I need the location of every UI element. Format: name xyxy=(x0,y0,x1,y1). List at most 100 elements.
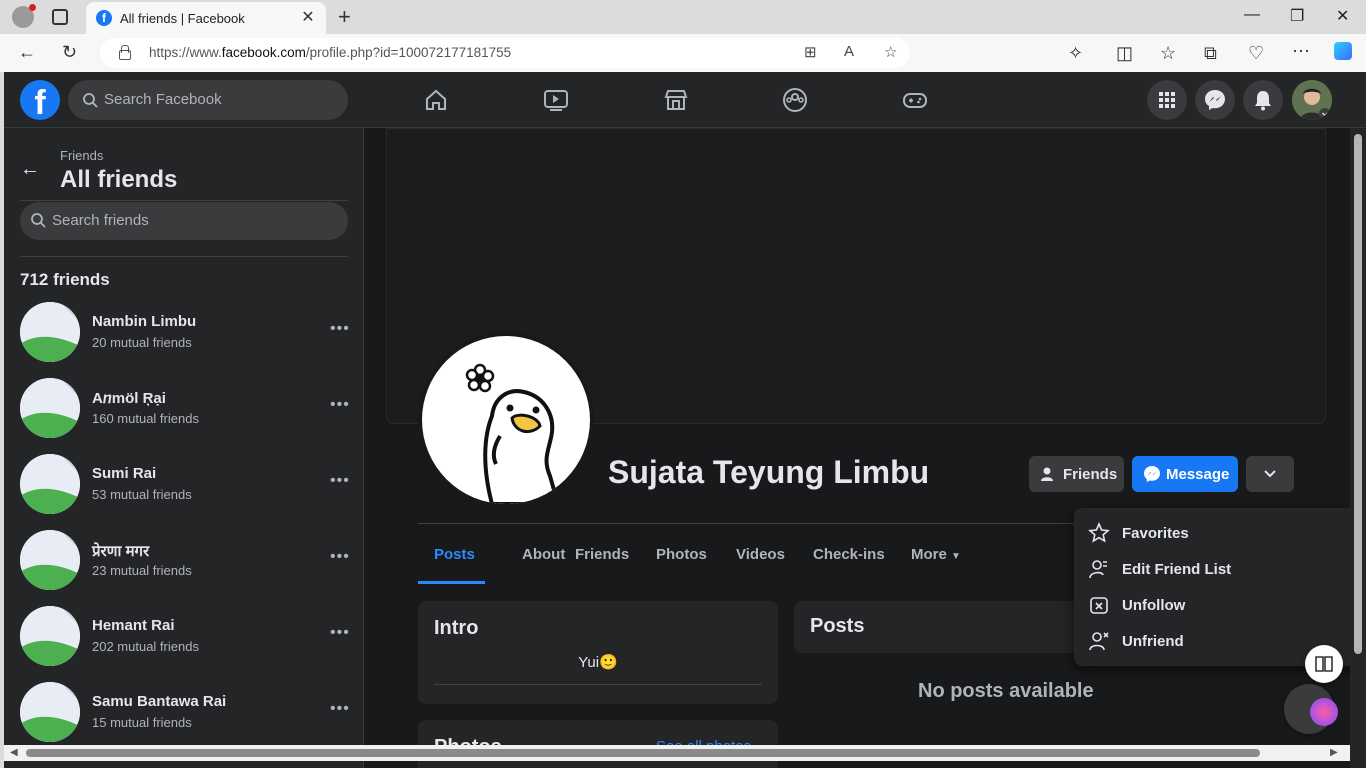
more-options-icon[interactable]: ••• xyxy=(330,472,350,490)
friend-name[interactable]: Aⴖmöl Ŗại xyxy=(92,389,166,407)
performance-icon[interactable]: ♡ xyxy=(1248,43,1264,64)
extensions-icon[interactable]: ✧ xyxy=(1068,43,1083,64)
mutual-friends: 23 mutual friends xyxy=(92,563,192,578)
friend-list-item[interactable]: Sumi Rai 53 mutual friends ••• xyxy=(20,454,350,516)
bio-text: Yui🙂 xyxy=(578,654,618,671)
browser-tab[interactable]: f All friends | Facebook ✕ xyxy=(86,2,326,34)
scroll-right-icon[interactable]: ▶ xyxy=(1330,747,1338,758)
friend-options-menu: Favorites Edit Friend List Unfollow Unfr… xyxy=(1074,508,1366,666)
window-close-icon[interactable]: ✕ xyxy=(1336,6,1349,26)
vertical-scrollbar[interactable] xyxy=(1350,128,1366,768)
tab-posts[interactable]: Posts xyxy=(434,546,475,563)
tab-friends[interactable]: Friends xyxy=(575,546,629,563)
friend-list-item[interactable]: Aⴖmöl Ŗại 160 mutual friends ••• xyxy=(20,378,350,440)
caret-down-icon: ▼ xyxy=(951,551,961,562)
friend-name[interactable]: Samu Bantawa Rai xyxy=(92,693,226,710)
scrollbar-thumb[interactable] xyxy=(1354,134,1362,654)
tab-photos[interactable]: Photos xyxy=(656,546,707,563)
divider xyxy=(20,256,348,257)
posts-card: Posts xyxy=(794,601,1094,653)
favorite-star-icon[interactable]: ☆ xyxy=(884,43,897,61)
video-icon[interactable] xyxy=(542,86,570,114)
search-friends-input[interactable]: Search friends xyxy=(20,202,348,240)
facebook-header: f Search Facebook xyxy=(4,72,1366,128)
settings-more-icon[interactable]: ⋯ xyxy=(1292,41,1310,62)
friend-list-item[interactable]: Hemant Rai 202 mutual friends ••• xyxy=(20,606,350,668)
favorites-icon[interactable]: ☆ xyxy=(1160,43,1176,64)
friend-list-item[interactable]: Samu Bantawa Rai 15 mutual friends ••• xyxy=(20,682,350,744)
back-icon[interactable]: ← xyxy=(18,42,36,63)
default-photo-icon xyxy=(20,302,80,362)
page-title: All friends xyxy=(60,166,178,193)
friend-count: 712 friends xyxy=(20,270,110,289)
more-options-icon[interactable]: ••• xyxy=(330,396,350,414)
brain-assistant-icon[interactable] xyxy=(1310,698,1338,726)
tab-check-ins[interactable]: Check-ins xyxy=(813,546,885,563)
tab-about[interactable]: About xyxy=(522,546,565,563)
friend-list-item[interactable]: Nambin Limbu 20 mutual friends ••• xyxy=(20,302,350,364)
browser-profile-icon[interactable] xyxy=(12,4,36,28)
tab-actions-icon[interactable] xyxy=(52,9,68,25)
unfollow-icon xyxy=(1090,597,1108,614)
tab-more[interactable]: More ▼ xyxy=(911,546,961,563)
breadcrumb[interactable]: Friends xyxy=(60,148,103,163)
new-tab-icon[interactable]: + xyxy=(338,4,351,30)
more-options-icon[interactable]: ••• xyxy=(330,320,350,338)
message-button[interactable]: Message xyxy=(1132,456,1238,492)
immersive-reader-button[interactable] xyxy=(1305,645,1343,683)
back-arrow-icon[interactable]: ← xyxy=(20,158,40,181)
scrollbar-thumb[interactable] xyxy=(26,749,1260,757)
menu-grid-button[interactable] xyxy=(1147,80,1187,120)
menu-item-edit-friend-list[interactable]: Edit Friend List xyxy=(1084,552,1354,588)
collections-icon[interactable]: ⧉ xyxy=(1204,43,1217,64)
default-photo-icon xyxy=(20,378,80,438)
book-icon xyxy=(1315,656,1333,672)
tab-close-icon[interactable]: ✕ xyxy=(298,7,318,27)
facebook-search-input[interactable]: Search Facebook xyxy=(68,80,348,120)
profile-picture[interactable] xyxy=(418,332,594,508)
facebook-logo-icon[interactable]: f xyxy=(20,80,60,122)
search-icon xyxy=(31,213,46,228)
friend-avatar xyxy=(20,302,80,362)
friend-name[interactable]: Hemant Rai xyxy=(92,617,175,634)
tab-videos[interactable]: Videos xyxy=(736,546,785,563)
intro-title: Intro xyxy=(434,617,479,639)
menu-item-unfollow[interactable]: Unfollow xyxy=(1084,588,1354,624)
friend-name[interactable]: प्रेरणा मगर xyxy=(92,541,149,561)
more-options-icon[interactable]: ••• xyxy=(330,624,350,642)
gaming-icon[interactable] xyxy=(901,86,929,114)
refresh-icon[interactable]: ↻ xyxy=(62,42,77,63)
minimize-icon[interactable]: — xyxy=(1244,6,1260,24)
more-options-icon[interactable]: ••• xyxy=(330,548,350,566)
restore-icon[interactable]: ❐ xyxy=(1290,6,1304,26)
menu-item-label: Unfollow xyxy=(1122,597,1186,614)
profile-more-dropdown-button[interactable] xyxy=(1246,456,1294,492)
split-screen-icon[interactable]: ◫ xyxy=(1116,43,1133,64)
friends-button[interactable]: Friends xyxy=(1029,456,1124,492)
app-available-icon[interactable]: ⊞ xyxy=(804,43,817,61)
menu-item-favorites[interactable]: Favorites xyxy=(1084,516,1354,552)
lock-icon[interactable] xyxy=(118,45,131,60)
friends-button-label: Friends xyxy=(1063,466,1118,483)
messenger-button[interactable] xyxy=(1195,80,1235,120)
no-posts-message: No posts available xyxy=(918,680,1094,702)
friend-avatar xyxy=(20,606,80,666)
marketplace-icon[interactable] xyxy=(662,86,690,114)
groups-icon[interactable] xyxy=(781,86,809,114)
scroll-left-icon[interactable]: ◀ xyxy=(10,747,18,758)
search-friends-placeholder: Search friends xyxy=(52,212,149,229)
copilot-icon[interactable] xyxy=(1334,42,1352,60)
horizontal-scrollbar[interactable]: ◀ ▶ xyxy=(4,745,1350,761)
more-options-icon[interactable]: ••• xyxy=(330,700,350,718)
account-avatar[interactable] xyxy=(1292,80,1332,120)
friend-name[interactable]: Sumi Rai xyxy=(92,465,156,482)
friend-name[interactable]: Nambin Limbu xyxy=(92,313,196,330)
home-icon[interactable] xyxy=(422,86,450,114)
posts-title: Posts xyxy=(810,615,865,637)
friend-list-item[interactable]: प्रेरणा मगर 23 mutual friends ••• xyxy=(20,530,350,592)
friend-avatar xyxy=(20,378,80,438)
notifications-button[interactable] xyxy=(1243,80,1283,120)
friend-avatar xyxy=(20,454,80,514)
read-aloud-icon[interactable]: A xyxy=(844,43,854,60)
address-bar[interactable]: https://www.facebook.com/profile.php?id=… xyxy=(100,38,910,68)
